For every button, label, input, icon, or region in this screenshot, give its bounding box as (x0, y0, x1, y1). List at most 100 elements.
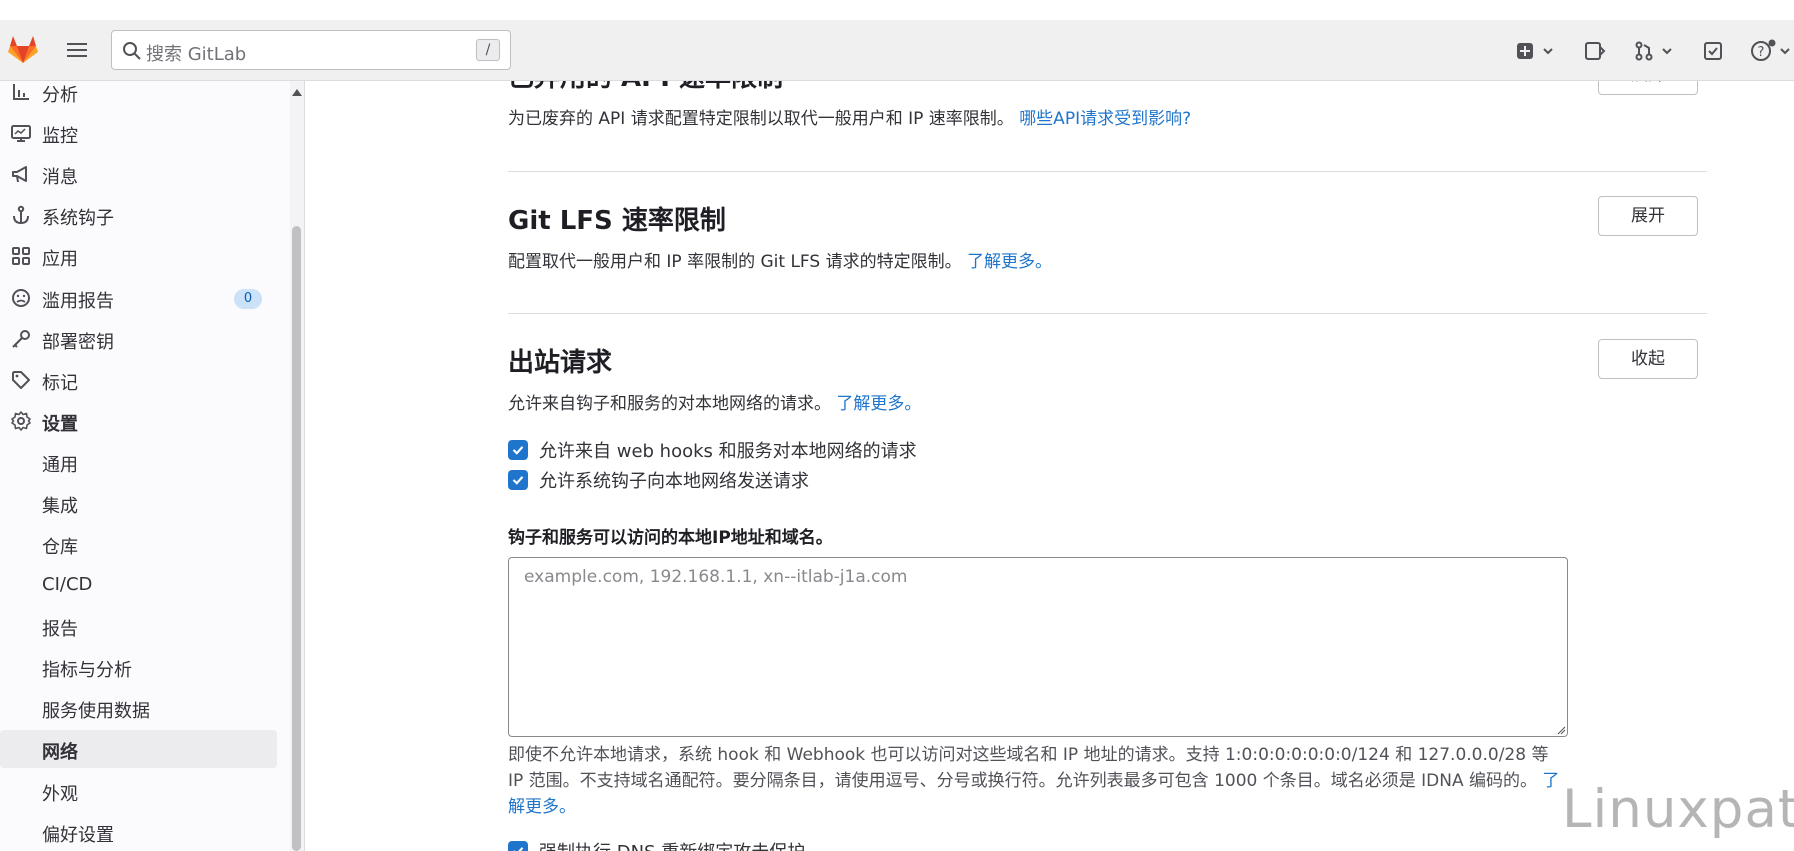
git-lfs-title: Git LFS 速率限制 (508, 206, 726, 236)
sidebar-subitem-label: 偏好设置 (42, 825, 114, 846)
sidebar-scroll-thumb[interactable] (292, 226, 301, 851)
menu-toggle-button[interactable] (64, 38, 90, 62)
search-shortcut-key: / (476, 39, 500, 61)
checkbox-label: 允许来自 web hooks 和服务对本地网络的请求 (539, 441, 917, 462)
git-lfs-learn-more-link[interactable]: 了解更多。 (967, 252, 1052, 272)
sidebar-subitem-cicd[interactable]: CI/CD (0, 566, 278, 604)
bullhorn-icon (12, 166, 27, 183)
sidebar-subitem-label: 服务使用数据 (42, 701, 150, 722)
sidebar-item-label: 滥用报告 (42, 291, 114, 312)
label-icon (12, 371, 30, 389)
outbound-description: 允许来自钩子和服务的对本地网络的请求。 了解更多。 (508, 394, 922, 414)
sidebar-item-analytics[interactable]: 分析 (0, 73, 278, 111)
sidebar-subitem-integrations[interactable]: 集成 (0, 484, 278, 522)
sidebar-subitem-label: 报告 (42, 619, 78, 640)
applications-icon (12, 247, 30, 265)
sidebar-item-label: 应用 (42, 249, 78, 270)
dns-rebinding-protection-checkbox[interactable]: 强制执行 DNS 重新绑定攻击保护 (508, 839, 805, 851)
sidebar-item-label: 消息 (42, 167, 78, 188)
sidebar-subitem-appearance[interactable]: 外观 (0, 772, 278, 810)
sidebar-item-label: 标记 (42, 373, 78, 394)
merge-request-icon (1635, 41, 1653, 61)
todo-check-icon (1704, 42, 1722, 60)
deprecated-api-expand-button[interactable]: 展开 (1598, 81, 1698, 95)
checkbox-checked-icon[interactable] (508, 470, 528, 490)
anchor-icon (13, 205, 29, 225)
deprecated-api-title: 已弃用的 API 速率限制 (508, 81, 783, 94)
deprecated-api-link[interactable]: 哪些API请求受到影响? (1019, 109, 1191, 129)
sidebar-item-label: 设置 (42, 414, 78, 435)
textarea-placeholder: example.com, 192.168.1.1, xn--itlab-j1a.… (524, 567, 908, 587)
monitor-icon (11, 125, 31, 142)
search-placeholder: 搜索 GitLab (146, 44, 247, 65)
sidebar-item-label: 分析 (42, 85, 78, 106)
chevron-down-icon (1780, 48, 1790, 55)
sidebar-item-abuse-reports[interactable]: 滥用报告 0 (0, 279, 278, 317)
checkbox-label: 强制执行 DNS 重新绑定攻击保护 (539, 838, 805, 851)
svg-text:?: ? (1758, 45, 1765, 60)
checkbox-checked-icon[interactable] (508, 440, 528, 460)
allow-local-requests-webhooks-checkbox[interactable]: 允许来自 web hooks 和服务对本地网络的请求 (508, 438, 917, 462)
outbound-requests-title: 出站请求 (508, 348, 613, 378)
sidebar-item-label: 监控 (42, 126, 78, 147)
help-button[interactable]: ? (1750, 37, 1792, 65)
sidebar-subitem-label: 仓库 (42, 537, 78, 558)
outbound-allowlist-textarea[interactable]: example.com, 192.168.1.1, xn--itlab-j1a.… (508, 557, 1568, 737)
section-divider (508, 171, 1707, 172)
chevron-down-icon (1543, 48, 1553, 55)
sidebar-item-system-hooks[interactable]: 系统钩子 (0, 196, 278, 234)
search-input[interactable]: 搜索 GitLab / (111, 30, 511, 70)
top-header: 搜索 GitLab / ? (0, 20, 1794, 81)
sidebar-subitem-general[interactable]: 通用 (0, 443, 278, 481)
allowlist-field-label: 钩子和服务可以访问的本地IP地址和域名。 (508, 528, 833, 548)
top-strip (0, 0, 1794, 20)
sidebar-item-labels[interactable]: 标记 (0, 361, 278, 399)
sidebar-item-deploy-keys[interactable]: 部署密钥 (0, 320, 278, 358)
watermark: Linuxpath (1562, 779, 1794, 840)
settings-icon (11, 411, 31, 431)
allowlist-help-text: 即使不允许本地请求，系统 hook 和 Webhook 也可以访问对这些域名和 … (508, 745, 1560, 817)
checkbox-checked-icon[interactable] (508, 841, 528, 851)
sidebar-item-settings[interactable]: 设置 (0, 402, 278, 440)
scroll-up-arrow-icon[interactable] (291, 87, 303, 99)
main-content: 已弃用的 API 速率限制 展开 为已废弃的 API 请求配置特定限制以取代一般… (306, 81, 1794, 851)
sidebar-subitem-preferences[interactable]: 偏好设置 (0, 813, 278, 851)
sidebar-item-label: 系统钩子 (42, 208, 114, 229)
section-divider (508, 313, 1707, 314)
sidebar-subitem-metrics[interactable]: 指标与分析 (0, 648, 278, 686)
allow-local-requests-system-hooks-checkbox[interactable]: 允许系统钩子向本地网络发送请求 (508, 468, 809, 492)
sidebar-subitem-usage-data[interactable]: 服务使用数据 (0, 689, 278, 727)
search-icon (123, 42, 141, 60)
resize-handle-icon[interactable] (1556, 725, 1566, 735)
create-new-button[interactable] (1515, 37, 1555, 65)
sidebar-item-applications[interactable]: 应用 (0, 237, 278, 275)
help-icon: ? (1751, 39, 1776, 61)
git-lfs-expand-button[interactable]: 展开 (1598, 196, 1698, 236)
merge-requests-button[interactable] (1634, 37, 1674, 65)
sidebar-subitem-label: 集成 (42, 496, 78, 517)
sidebar-subitem-label: CI/CD (42, 574, 93, 595)
sidebar-subitem-reporting[interactable]: 报告 (0, 607, 278, 645)
outbound-collapse-button[interactable]: 收起 (1598, 339, 1698, 379)
outbound-learn-more-link[interactable]: 了解更多。 (836, 394, 921, 414)
abuse-icon (12, 289, 30, 307)
plus-square-icon (1517, 43, 1533, 59)
git-lfs-description: 配置取代一般用户和 IP 率限制的 Git LFS 请求的特定限制。 了解更多。 (508, 252, 1052, 272)
chevron-down-icon (1662, 48, 1672, 55)
todos-button[interactable] (1703, 37, 1723, 65)
issues-button[interactable] (1584, 37, 1606, 65)
sidebar-subitem-repository[interactable]: 仓库 (0, 525, 278, 563)
checkbox-label: 允许系统钩子向本地网络发送请求 (539, 471, 809, 492)
key-icon (12, 330, 30, 348)
admin-sidebar: 分析 监控 消息 系统钩子 应用 滥用报告 0 部署密钥 标记 设置 通用 集成… (0, 81, 305, 851)
sidebar-subitem-label: 外观 (42, 784, 78, 805)
sidebar-item-messages[interactable]: 消息 (0, 155, 278, 193)
sidebar-subitem-label: 通用 (42, 455, 78, 476)
sidebar-item-label: 部署密钥 (42, 332, 114, 353)
sidebar-subitem-label: 网络 (42, 742, 78, 763)
hamburger-icon (67, 43, 87, 57)
gitlab-logo-icon[interactable] (6, 32, 40, 66)
sidebar-item-monitoring[interactable]: 监控 (0, 114, 278, 152)
abuse-count-badge: 0 (234, 289, 262, 309)
sidebar-subitem-network[interactable]: 网络 (0, 730, 277, 768)
